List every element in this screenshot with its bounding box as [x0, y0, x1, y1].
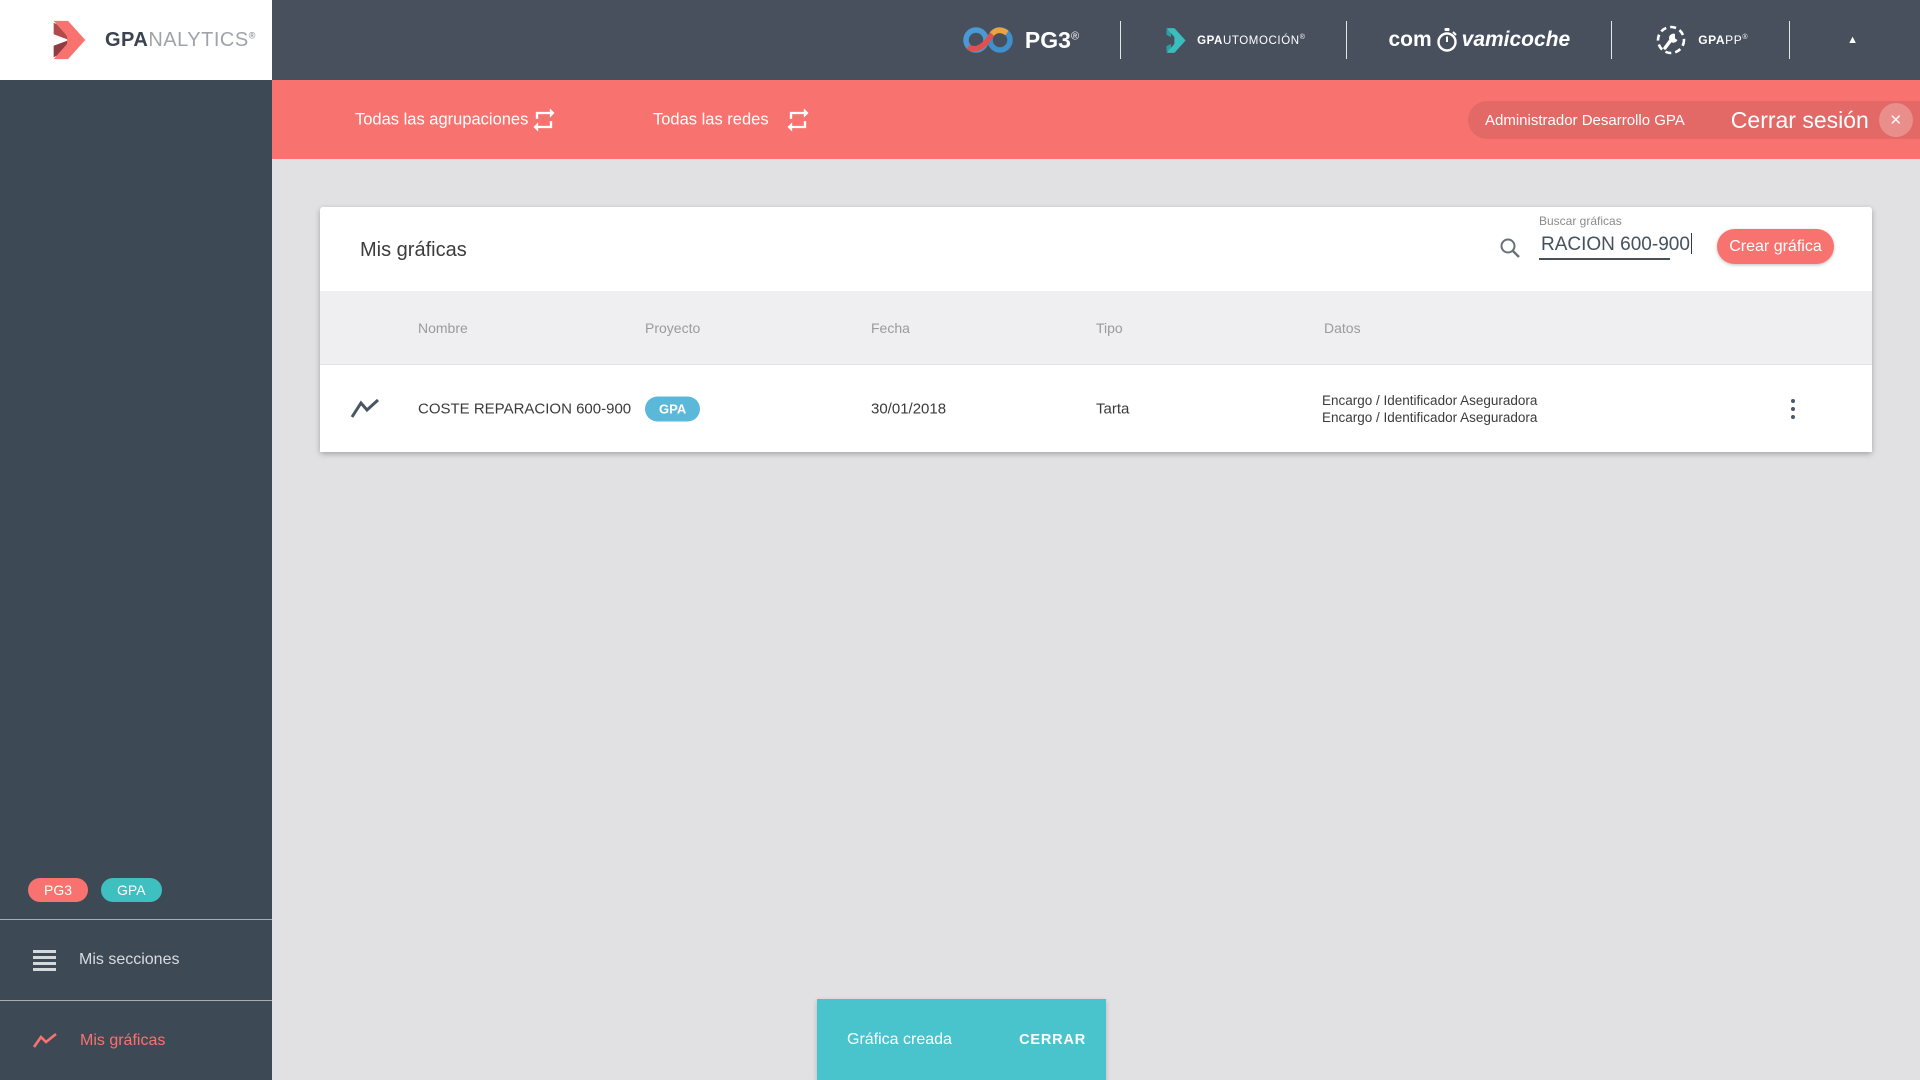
gpa-arrow-logo-icon [53, 20, 86, 60]
sidebar-item-mis-secciones[interactable]: Mis secciones [0, 919, 272, 1000]
brand-gpautomocion[interactable]: GPAUTOMOCIÓN® [1162, 27, 1305, 54]
row-date-cell: 30/01/2018 [871, 400, 947, 417]
logout-x-icon[interactable]: ✕ [1878, 103, 1913, 137]
logo-light: NALYTICS [148, 28, 249, 51]
sidebar-item-mis-graficas[interactable]: Mis gráficas [0, 1000, 272, 1080]
menu-icon [33, 949, 56, 971]
snackbar-close-button[interactable]: CERRAR [1019, 1032, 1086, 1048]
table-header: Nombre Proyecto Fecha Tipo Datos [320, 291, 1872, 365]
topbar-divider [1346, 21, 1348, 59]
automocion-bold: GPA [1197, 34, 1223, 47]
line-chart-icon [33, 1032, 57, 1048]
search-icon[interactable] [1498, 236, 1522, 260]
gpapp-bold: GPA [1698, 33, 1726, 47]
gpapp-reg: ® [1742, 34, 1749, 41]
topbar-divider [1789, 21, 1791, 59]
comprova-post: vamicoche [1461, 28, 1571, 51]
row-data-cell: Encargo / Identificador Aseguradora Enca… [1322, 392, 1537, 426]
table-row[interactable]: COSTE REPARACION 600-900 GPA 30/01/2018 … [320, 365, 1872, 452]
gpapp-wrench-icon [1656, 25, 1686, 55]
brand-gpapp[interactable]: GPAPP® [1653, 22, 1748, 58]
badge-pg3: PG3 [28, 878, 89, 902]
swap-groupings-icon[interactable] [530, 106, 558, 134]
brand-comprovamicoche[interactable]: com vamicoche [1388, 27, 1570, 53]
user-session-pill: Administrador Desarrollo GPA Cerrar sesi… [1468, 101, 1920, 139]
search-input-underline [1539, 258, 1670, 260]
gpautomocion-arrow-icon [1166, 27, 1186, 53]
swap-networks-icon[interactable] [784, 106, 812, 134]
row-project-cell: GPA [645, 396, 701, 421]
column-header-tipo: Tipo [1096, 319, 1123, 336]
row-type-cell: Tarta [1096, 400, 1130, 417]
automocion-rest: UTOMOCIÓN [1222, 34, 1300, 47]
sidebar-bottom: PG3 GPA Mis secciones Mis gráficas [0, 878, 272, 1080]
logout-button[interactable]: Cerrar sesión [1731, 107, 1869, 134]
row-name-cell: COSTE REPARACION 600-900 [418, 400, 632, 417]
text-cursor [1690, 233, 1693, 254]
sidebar-badges: PG3 GPA [0, 878, 272, 919]
pg3-reg: ® [1070, 29, 1080, 42]
sidebar: GPANALYTICS® PG3 GPA Mis secciones Mis g… [0, 0, 272, 1080]
column-header-proyecto: Proyecto [645, 319, 701, 336]
groupings-filter-label[interactable]: Todas las agrupaciones [355, 110, 528, 129]
search-input[interactable]: RACION 600-900 [1541, 233, 1693, 256]
project-badge: GPA [645, 396, 701, 421]
page-title: Mis gráficas [360, 239, 467, 261]
app-logo-text: GPANALYTICS® [105, 29, 256, 52]
brand-pg3[interactable]: PG3® [962, 24, 1079, 56]
chart-type-icon [350, 397, 380, 421]
my-charts-card: Mis gráficas Buscar gráficas RACION 600-… [320, 207, 1872, 452]
badge-gpa: GPA [101, 878, 162, 902]
row-actions-menu-icon[interactable] [1775, 391, 1811, 427]
app-logo: GPANALYTICS® [0, 0, 272, 80]
networks-filter-label[interactable]: Todas las redes [653, 110, 769, 129]
snackbar: Gráfica creada CERRAR [817, 999, 1106, 1080]
search-field-label: Buscar gráficas [1539, 214, 1622, 228]
stopwatch-icon [1436, 28, 1457, 52]
column-header-nombre: Nombre [418, 319, 468, 336]
collapse-caret-icon[interactable]: ▲ [1847, 34, 1858, 46]
logo-reg: ® [248, 29, 256, 40]
sidebar-item-label: Mis secciones [79, 951, 180, 968]
search-input-value: RACION 600-900 [1541, 234, 1690, 255]
filter-bar: Todas las agrupaciones Todas las redes A… [272, 80, 1920, 159]
row-data-line: Encargo / Identificador Aseguradora [1322, 392, 1538, 408]
pg3-label: PG3 [1024, 26, 1071, 53]
pg3-infinity-icon [963, 27, 1013, 53]
topbar-divider [1120, 21, 1122, 59]
snackbar-message: Gráfica creada [847, 1030, 952, 1048]
topbar-divider [1611, 21, 1613, 59]
row-data-line: Encargo / Identificador Aseguradora [1322, 409, 1538, 425]
gpapp-rest: PP [1725, 33, 1743, 47]
create-chart-button[interactable]: Crear gráfica [1717, 229, 1834, 264]
sidebar-item-label: Mis gráficas [80, 1031, 166, 1049]
comprova-pre: com [1388, 28, 1432, 51]
current-user-label: Administrador Desarrollo GPA [1485, 111, 1685, 129]
column-header-datos: Datos [1324, 319, 1361, 336]
column-header-fecha: Fecha [871, 319, 910, 336]
logo-bold: GPA [105, 28, 149, 51]
topbar: PG3® GPAUTOMOCIÓN® com vamicoche GPAPP® … [272, 0, 1920, 80]
automocion-reg: ® [1299, 33, 1306, 41]
